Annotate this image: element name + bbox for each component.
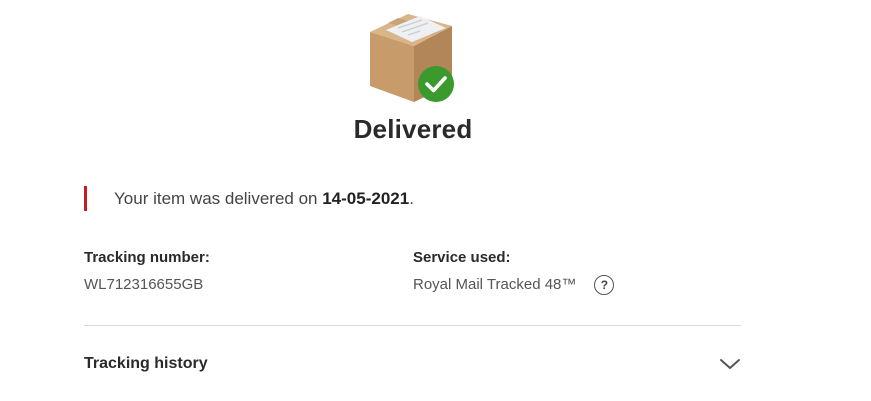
delivery-notice: Your item was delivered on 14-05-2021. [84,186,414,211]
service-used-value: Royal Mail Tracked 48™ [413,276,577,293]
service-used-block: Service used: Royal Mail Tracked 48™ ? [413,248,615,295]
tracking-number-value: WL712316655GB [84,276,204,293]
tracking-number-block: Tracking number: WL712316655GB [84,248,210,295]
service-used-row: Royal Mail Tracked 48™ ? [413,275,615,295]
parcel-delivered-icon [370,14,454,102]
delivery-notice-suffix: . [409,189,414,208]
tracking-history-toggle[interactable]: Tracking history [84,350,741,378]
delivery-date: 14-05-2021 [322,189,410,208]
check-badge-icon [418,66,454,102]
section-divider [84,325,741,326]
tracking-result-page: Delivered Your item was delivered on 14-… [0,0,871,401]
delivery-status-title: Delivered [353,114,473,144]
tracking-history-label: Tracking history [84,355,208,372]
help-icon[interactable]: ? [594,275,615,295]
tracking-number-label: Tracking number: [84,249,210,266]
delivery-notice-text: Your item was delivered on [114,189,323,208]
chevron-down-icon[interactable] [719,357,741,371]
service-used-label: Service used: [413,249,511,266]
